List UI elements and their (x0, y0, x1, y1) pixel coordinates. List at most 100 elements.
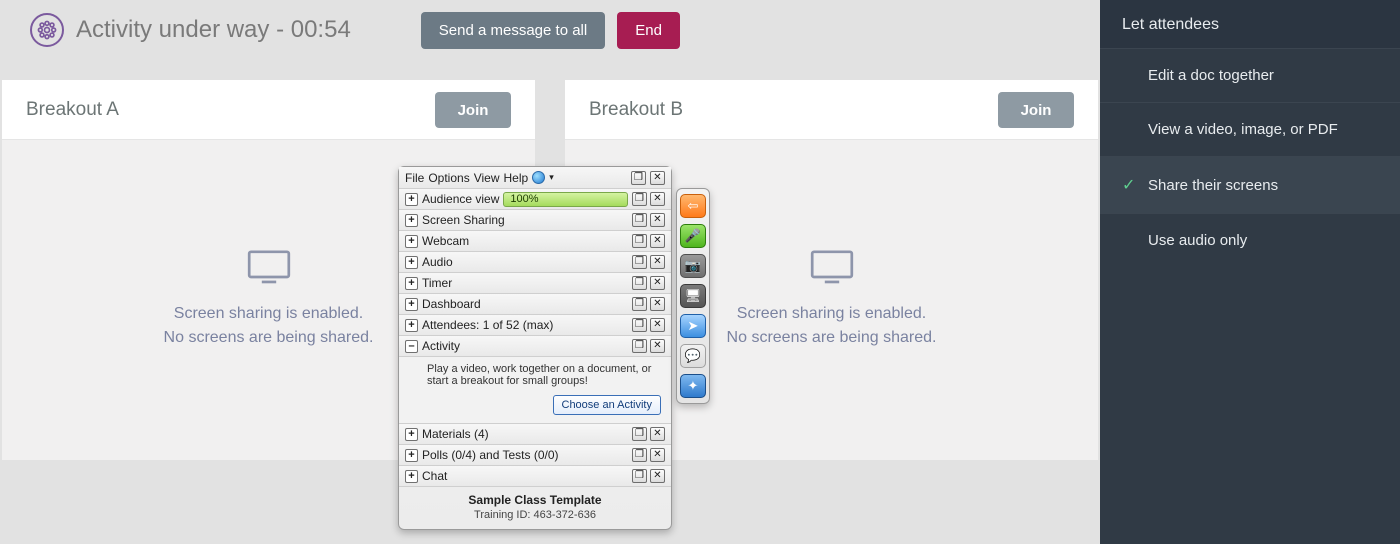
menu-help[interactable]: Help (504, 171, 529, 185)
breakout-b-status1: Screen sharing is enabled. (737, 302, 926, 326)
close-icon[interactable]: ✕ (650, 469, 665, 483)
undock-icon[interactable]: ❐ (632, 234, 647, 248)
control-panel[interactable]: File Options View Help ▾ ❐ ✕ + Audience … (398, 166, 672, 530)
sidebar-item-view-media[interactable]: View a video, image, or PDF (1100, 102, 1400, 156)
expand-icon[interactable]: + (405, 235, 418, 248)
join-breakout-b-button[interactable]: Join (998, 92, 1074, 128)
row-label: Dashboard (422, 297, 481, 311)
mic-icon[interactable]: 🎤 (680, 224, 706, 248)
row-webcam: + Webcam ❐✕ (399, 230, 671, 251)
top-bar: Activity under way - 00:54 Send a messag… (0, 0, 1100, 60)
undock-icon[interactable]: ❐ (632, 427, 647, 441)
undock-icon[interactable]: ❐ (632, 469, 647, 483)
app-logo-icon (30, 13, 64, 47)
chat-bubble-icon[interactable]: 💬 (680, 344, 706, 368)
pointer-icon[interactable]: ➤ (680, 314, 706, 338)
undock-icon[interactable]: ❐ (632, 297, 647, 311)
monitor-icon (810, 250, 854, 286)
row-label: Audience view (422, 192, 499, 206)
attendee-options-sidebar: Let attendees Edit a doc together View a… (1100, 0, 1400, 544)
sidebar-item-audio-only[interactable]: Use audio only (1100, 213, 1400, 267)
breakout-a-status2: No screens are being shared. (164, 326, 374, 350)
wand-icon[interactable]: ✦ (680, 374, 706, 398)
audience-progress: 100% (503, 192, 628, 207)
close-icon[interactable]: ✕ (650, 171, 665, 185)
close-icon[interactable]: ✕ (650, 234, 665, 248)
close-icon[interactable]: ✕ (650, 213, 665, 227)
expand-icon[interactable]: + (405, 449, 418, 462)
row-label: Screen Sharing (422, 213, 505, 227)
row-label: Polls (0/4) and Tests (0/0) (422, 448, 559, 462)
sidebar-item-label: Use audio only (1148, 232, 1247, 249)
sidebar-item-label: View a video, image, or PDF (1148, 121, 1338, 138)
camera-icon[interactable]: 📷 (680, 254, 706, 278)
expand-icon[interactable]: + (405, 428, 418, 441)
globe-icon[interactable] (532, 171, 545, 184)
expand-icon[interactable]: + (405, 256, 418, 269)
close-icon[interactable]: ✕ (650, 339, 665, 353)
undock-icon[interactable]: ❐ (631, 171, 646, 185)
close-icon[interactable]: ✕ (650, 448, 665, 462)
expand-icon[interactable]: + (405, 298, 418, 311)
undock-icon[interactable]: ❐ (632, 255, 647, 269)
breakout-a-status1: Screen sharing is enabled. (174, 302, 363, 326)
row-audio: + Audio ❐✕ (399, 251, 671, 272)
send-message-all-button[interactable]: Send a message to all (421, 12, 605, 49)
choose-activity-button[interactable]: Choose an Activity (553, 395, 662, 415)
row-label: Attendees: 1 of 52 (max) (422, 318, 553, 332)
panel-side-toolbar: ⇦ 🎤 📷 🖥 ➤ 💬 ✦ (676, 188, 710, 404)
row-label: Chat (422, 469, 447, 483)
close-icon[interactable]: ✕ (650, 192, 665, 206)
row-label: Activity (422, 339, 460, 353)
end-button[interactable]: End (617, 12, 680, 49)
row-timer: + Timer ❐✕ (399, 272, 671, 293)
dropdown-caret-icon[interactable]: ▾ (549, 172, 554, 183)
expand-icon[interactable]: + (405, 214, 418, 227)
menu-file[interactable]: File (405, 171, 424, 185)
monitor-icon (247, 250, 291, 286)
row-label: Timer (422, 276, 452, 290)
undock-icon[interactable]: ❐ (632, 318, 647, 332)
sidebar-title: Let attendees (1100, 0, 1400, 48)
close-icon[interactable]: ✕ (650, 297, 665, 311)
breakout-b-name: Breakout B (589, 99, 683, 121)
sidebar-item-label: Edit a doc together (1148, 67, 1274, 84)
expand-icon[interactable]: + (405, 319, 418, 332)
expand-icon[interactable]: + (405, 277, 418, 290)
activity-description: Play a video, work together on a documen… (427, 363, 651, 387)
row-chat: + Chat ❐✕ (399, 465, 671, 486)
row-materials: + Materials (4) ❐✕ (399, 423, 671, 444)
row-label: Audio (422, 255, 453, 269)
undock-icon[interactable]: ❐ (632, 213, 647, 227)
training-id: Training ID: 463-372-636 (399, 509, 671, 521)
collapse-icon[interactable]: – (405, 340, 418, 353)
undock-icon[interactable]: ❐ (632, 339, 647, 353)
expand-icon[interactable]: + (405, 470, 418, 483)
panel-menubar: File Options View Help ▾ ❐ ✕ (399, 167, 671, 188)
row-label: Webcam (422, 234, 469, 248)
undock-icon[interactable]: ❐ (632, 276, 647, 290)
row-polls: + Polls (0/4) and Tests (0/0) ❐✕ (399, 444, 671, 465)
sidebar-item-edit-doc[interactable]: Edit a doc together (1100, 48, 1400, 102)
row-audience-view: + Audience view 100% ❐✕ (399, 188, 671, 209)
menu-options[interactable]: Options (428, 171, 469, 185)
breakout-a-name: Breakout A (26, 99, 119, 121)
panel-footer: Sample Class Template Training ID: 463-3… (399, 486, 671, 529)
close-icon[interactable]: ✕ (650, 276, 665, 290)
row-dashboard: + Dashboard ❐✕ (399, 293, 671, 314)
breakout-b-header: Breakout B Join (565, 80, 1098, 140)
close-icon[interactable]: ✕ (650, 318, 665, 332)
close-icon[interactable]: ✕ (650, 255, 665, 269)
undock-icon[interactable]: ❐ (632, 192, 647, 206)
collapse-arrow-icon[interactable]: ⇦ (680, 194, 706, 218)
expand-icon[interactable]: + (405, 193, 418, 206)
sidebar-item-share-screens[interactable]: ✓ Share their screens (1100, 156, 1400, 213)
close-icon[interactable]: ✕ (650, 427, 665, 441)
screen-icon[interactable]: 🖥 (680, 284, 706, 308)
training-title: Sample Class Template (399, 493, 671, 507)
breakout-b-status2: No screens are being shared. (727, 326, 937, 350)
menu-view[interactable]: View (474, 171, 500, 185)
undock-icon[interactable]: ❐ (632, 448, 647, 462)
join-breakout-a-button[interactable]: Join (435, 92, 511, 128)
row-activity: – Activity ❐✕ (399, 335, 671, 356)
